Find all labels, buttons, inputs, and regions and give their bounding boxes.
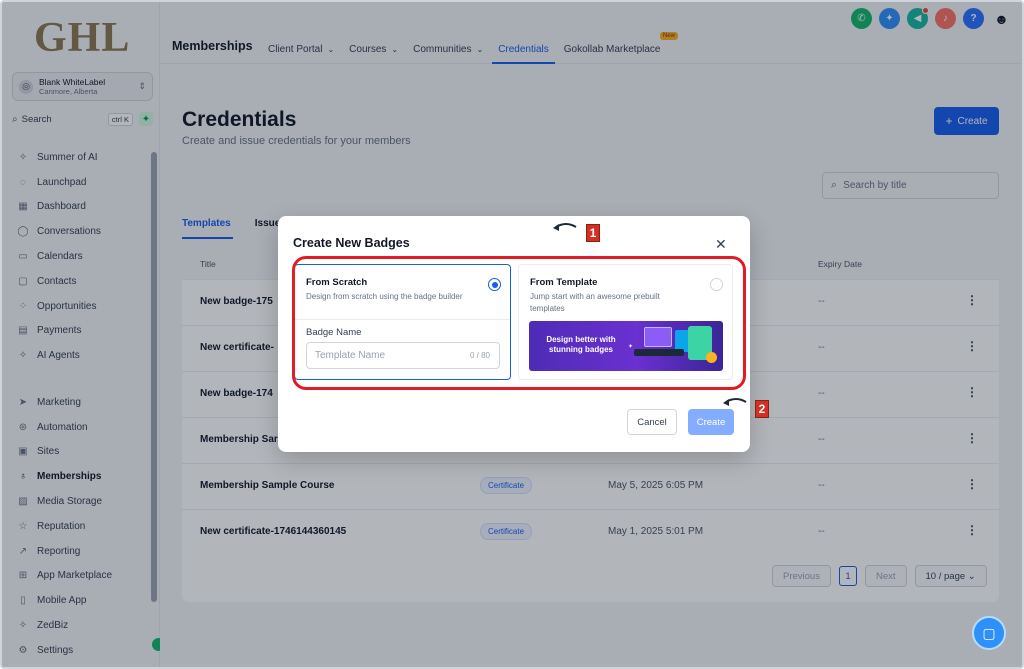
close-icon[interactable]: ✕ (715, 236, 727, 253)
cancel-button[interactable]: Cancel (627, 409, 677, 435)
arrow-icon (553, 223, 577, 231)
create-badge-button[interactable]: Create (688, 409, 734, 435)
chat-widget-icon[interactable]: ▢ (972, 616, 1006, 650)
annotation-marker: 1 (586, 224, 600, 242)
modal-title: Create New Badges (293, 236, 410, 250)
highlight-box (292, 256, 746, 390)
arrow-icon (723, 398, 747, 406)
app-window: GHL ◎ Blank WhiteLabel Canmore, Alberta … (0, 0, 1024, 669)
annotation-marker: 2 (755, 400, 769, 418)
